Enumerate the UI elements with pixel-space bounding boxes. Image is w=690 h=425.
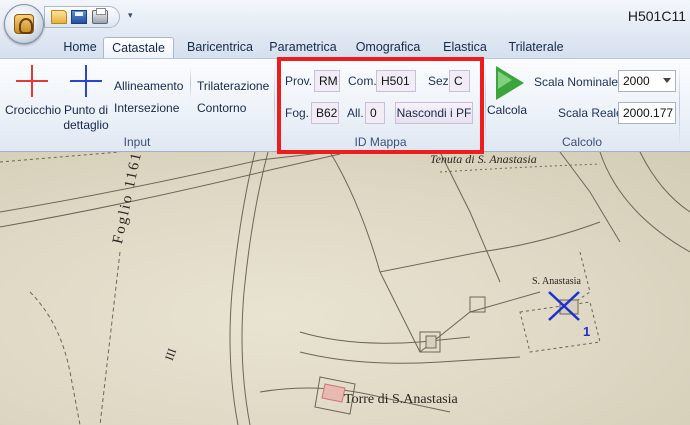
chevron-down-icon [663,78,671,83]
ribbon-tabs: Home Catastale Baricentrica Parametrica … [0,34,690,59]
tab-elastica[interactable]: Elastica [436,37,494,58]
trilaterazione-button[interactable]: Trilaterazione [197,79,269,93]
map-canvas[interactable]: Tenuta di S. Anastasia S. Anastasia Torr… [0,152,690,425]
separator-3 [679,62,680,148]
blue-crosshair-icon [70,65,102,97]
app-logo-icon [14,14,34,34]
group-input: Crocicchio Punto di dettaglio Allineamen… [0,59,274,151]
map-label-s-anastasia: S. Anastasia [532,276,581,287]
save-icon[interactable] [71,10,87,24]
open-folder-icon[interactable] [51,10,67,24]
separator-1 [274,62,275,148]
scala-reale-label: Scala Reale [558,106,623,120]
scala-nominale-value: 2000 [623,74,650,88]
tab-baricentrica[interactable]: Baricentrica [178,37,262,58]
map-label-torre: Torre di S.Anastasia [344,392,458,407]
group-calcolo: Calcola Scala Nominale 2000 Scala Reale … [486,59,678,151]
map-linework [0,152,690,425]
red-crosshair-icon [16,65,48,97]
punto-label-line2: dettaglio [63,118,109,132]
contorno-button[interactable]: Contorno [197,101,246,115]
group-calcolo-label: Calcolo [561,135,603,149]
point-number-label: 1 [583,324,591,339]
tab-parametrica[interactable]: Parametrica [264,37,342,58]
tab-catastale[interactable]: Catastale [103,37,174,59]
calcola-label: Calcola [486,103,528,117]
input-inner-separator [190,67,191,99]
scala-nominale-label: Scala Nominale [534,75,619,89]
group-input-label: Input [123,135,151,149]
intersezione-button[interactable]: Intersezione [114,101,179,115]
id-mappa-highlight-box [277,57,484,154]
scala-reale-field[interactable]: 2000.177 [618,102,676,124]
application-menu-button[interactable] [4,4,44,44]
punto-label-line1: Punto di [63,103,109,117]
print-icon[interactable] [92,8,108,24]
tab-omografica[interactable]: Omografica [347,37,429,58]
tab-trilaterale[interactable]: Trilaterale [497,37,575,58]
title-bar: ▾ H501C11 [0,0,690,34]
map-label-tenuta: Tenuta di S. Anastasia [430,152,537,166]
quick-access-toolbar [44,6,120,28]
customize-toolbar-dropdown[interactable]: ▾ [128,10,133,21]
allineamento-button[interactable]: Allineamento [114,79,183,93]
crocicchio-label: Crocicchio [4,103,61,117]
scala-nominale-select[interactable]: 2000 [618,70,676,92]
play-icon [496,66,524,100]
window-title: H501C11 [627,8,686,24]
